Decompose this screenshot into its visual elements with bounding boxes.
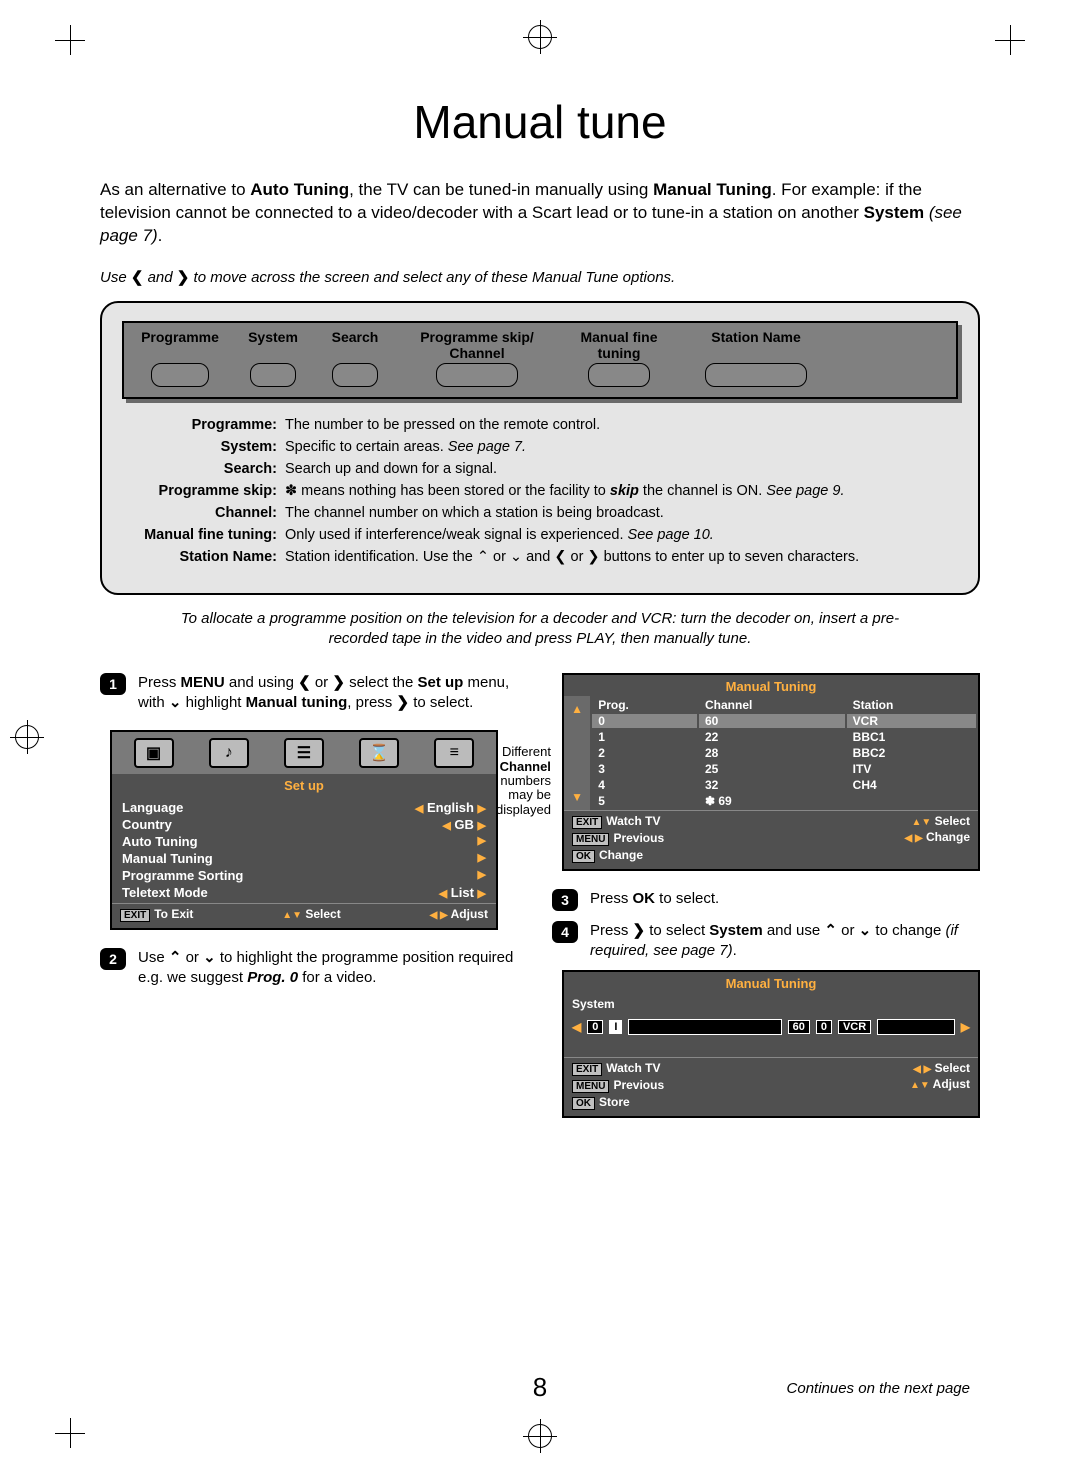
manual-tuning-osd: Manual Tuning ▲ ▼ Prog.ChannelStation 06… [562,673,980,871]
def-manual-fine: Manual fine tuning:Only used if interfer… [122,527,958,543]
menu-row-manual-tuning: Manual Tuning▶ [122,850,486,867]
step-2-badge: 2 [100,948,126,970]
def-station-name: Station Name:Station identification. Use… [122,549,958,565]
left-column: 1 Press MENU and using ❮ or ❯ select the… [100,673,528,1118]
right-column: Different Channel numbers may be display… [552,673,980,1118]
timer-icon: ⌛ [359,738,399,768]
scroll-down-icon: ▼ [571,790,583,804]
crop-mark-bl [55,1418,85,1448]
tab-station-name: Station Name [686,329,826,387]
picture-icon: ▣ [134,738,174,768]
page-number: 8 [533,1372,547,1402]
step-1-badge: 1 [100,673,126,695]
table-row: 122BBC1 [592,730,976,744]
crop-mark-tl [55,25,85,55]
crop-mark-tr [995,25,1025,55]
intro-paragraph: As an alternative to Auto Tuning, the TV… [100,179,980,248]
menu-row-language: Language◀ English ▶ [122,799,486,816]
definitions-list: Programme:The number to be pressed on th… [122,417,958,565]
table-row: 228BBC2 [592,746,976,760]
manual-tuning-title: Manual Tuning [564,675,978,696]
def-search: Search:Search up and down for a signal. [122,461,958,477]
crop-mark-top [528,25,552,49]
allocate-note: To allocate a programme position on the … [180,609,900,650]
system-tuning-title: Manual Tuning [564,972,978,993]
def-system: System:Specific to certain areas. See pa… [122,439,958,455]
tabs-row: Programme System Search Programme skip/ … [122,321,958,399]
features-icon: ☰ [284,738,324,768]
tuning-table: Prog.ChannelStation 060VCR 122BBC1 228BB… [590,696,978,810]
continues-note: Continues on the next page [787,1380,970,1397]
def-channel: Channel:The channel number on which a st… [122,505,958,521]
chevron-right-icon: ❯ [396,694,409,711]
table-row: 432CH4 [592,778,976,792]
setup-menu-osd: ▣ ♪ ☰ ⌛ ≡ Set up Language◀ English ▶ Cou… [110,730,498,930]
hint-text: Use ❮ and ❯ to move across the screen an… [100,268,980,286]
table-row: 060VCR [592,714,976,728]
step-4: 4 Press ❯ to select System and use ⌃ or … [552,921,980,960]
chevron-up-icon: ⌃ [169,949,182,966]
chevron-right-icon: ❯ [332,674,345,691]
sound-icon: ♪ [209,738,249,768]
chevron-right-icon: ❯ [633,922,646,939]
crop-mark-left [15,725,39,749]
step-4-badge: 4 [552,921,578,943]
setup-icon: ≡ [434,738,474,768]
table-row: 5✽ 69 [592,794,976,808]
channel-annotation: Different Channel numbers may be display… [496,745,551,816]
crop-mark-bottom [528,1424,552,1448]
menu-row-teletext-mode: Teletext Mode◀ List ▶ [122,884,486,901]
tab-programme: Programme [134,329,226,387]
menu-row-country: Country◀ GB ▶ [122,816,486,833]
table-row: 325ITV [592,762,976,776]
chevron-down-icon: ⌄ [203,949,216,966]
setup-menu-title: Set up [112,774,496,795]
chevron-down-icon: ⌄ [859,922,872,939]
step-1: 1 Press MENU and using ❮ or ❯ select the… [100,673,528,712]
tab-system: System [238,329,308,387]
menu-row-auto-tuning: Auto Tuning▶ [122,833,486,850]
step-3-badge: 3 [552,889,578,911]
manual-page: Manual tune As an alternative to Auto Tu… [0,0,1080,1473]
step-3: 3 Press OK to select. [552,889,980,911]
def-programme-skip: Programme skip:✽ means nothing has been … [122,483,958,499]
chevron-left-icon: ❮ [298,674,311,691]
options-panel: Programme System Search Programme skip/ … [100,301,980,595]
chevron-down-icon: ⌄ [169,694,182,711]
setup-menu-icon-bar: ▣ ♪ ☰ ⌛ ≡ [112,732,496,774]
def-programme: Programme:The number to be pressed on th… [122,417,958,433]
tab-manual-fine: Manual fine tuning [564,329,674,387]
chevron-right-icon: ❯ [177,269,190,286]
system-tuning-osd: Manual Tuning System ◀ 0 I 60 0 VCR ▶ EX… [562,970,980,1118]
page-title: Manual tune [100,95,980,149]
tab-search: Search [320,329,390,387]
chevron-up-icon: ⌃ [824,922,837,939]
tab-programme-skip: Programme skip/ Channel [402,329,552,387]
system-strip: ◀ 0 I 60 0 VCR ▶ [564,1015,978,1039]
step-2: 2 Use ⌃ or ⌄ to highlight the programme … [100,948,528,987]
system-label: System [564,993,978,1015]
menu-row-programme-sorting: Programme Sorting▶ [122,867,486,884]
scroll-up-icon: ▲ [571,702,583,716]
chevron-left-icon: ❮ [131,269,144,286]
